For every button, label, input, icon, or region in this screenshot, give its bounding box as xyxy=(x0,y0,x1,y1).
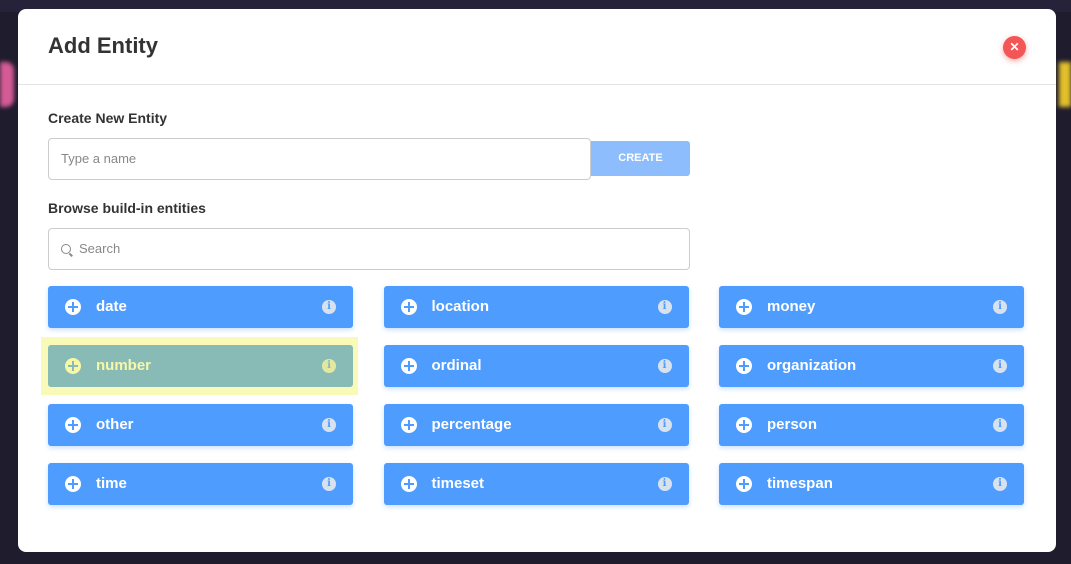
info-icon[interactable]: i xyxy=(322,418,336,432)
entity-button-organization[interactable]: organization i xyxy=(719,345,1024,387)
info-icon[interactable]: i xyxy=(322,300,336,314)
entity-button-timespan[interactable]: timespan i xyxy=(719,463,1024,505)
entity-name: timespan xyxy=(767,475,833,492)
info-icon[interactable]: i xyxy=(657,359,672,373)
entity-button-percentage[interactable]: percentage i xyxy=(383,404,689,446)
plus-circle-icon xyxy=(400,417,417,433)
background-element xyxy=(1059,62,1071,107)
entity-button-time[interactable]: time i xyxy=(48,463,353,505)
search-placeholder: Search xyxy=(79,241,121,256)
entity-name: money xyxy=(767,298,816,315)
plus-circle-icon xyxy=(65,299,81,315)
entity-name: number xyxy=(96,357,152,374)
modal-title: Add Entity xyxy=(48,33,158,58)
plus-circle-icon xyxy=(400,299,417,315)
plus-circle-icon xyxy=(736,476,752,492)
plus-circle-icon xyxy=(65,417,81,433)
info-icon[interactable]: i xyxy=(993,359,1007,373)
entity-button-person[interactable]: person i xyxy=(719,404,1024,446)
info-icon[interactable]: i xyxy=(657,418,672,432)
entity-name: timeset xyxy=(431,475,485,492)
entity-button-other[interactable]: other i xyxy=(48,404,353,446)
plus-circle-icon xyxy=(736,299,752,315)
modal-header: Add Entity ✕ xyxy=(18,9,1056,85)
plus-circle-icon xyxy=(736,358,752,374)
entity-button-location[interactable]: location i xyxy=(383,286,689,328)
create-button[interactable]: CREATE xyxy=(591,141,690,176)
plus-circle-icon xyxy=(736,417,752,433)
plus-circle-icon xyxy=(65,476,81,492)
entity-name: percentage xyxy=(431,416,512,433)
search-input[interactable]: Search xyxy=(48,228,690,270)
plus-circle-icon xyxy=(400,476,417,492)
info-icon[interactable]: i xyxy=(657,477,672,491)
entity-button-date[interactable]: date i xyxy=(48,286,353,328)
background-element xyxy=(0,62,14,107)
entity-name: person xyxy=(767,416,818,433)
entity-name: location xyxy=(431,298,490,315)
create-entity-label: Create New Entity xyxy=(48,110,168,126)
entity-name: other xyxy=(96,416,134,433)
browse-entities-label: Browse build-in entities xyxy=(48,200,206,216)
entity-button-money[interactable]: money i xyxy=(719,286,1024,328)
entity-button-timeset[interactable]: timeset i xyxy=(383,463,689,505)
info-icon[interactable]: i xyxy=(322,477,336,491)
entity-name: time xyxy=(96,475,127,492)
info-icon[interactable]: i xyxy=(322,359,336,373)
entity-name-input[interactable]: Type a name xyxy=(48,138,591,180)
entity-name: ordinal xyxy=(431,357,482,374)
close-icon: ✕ xyxy=(1009,40,1020,54)
info-icon[interactable]: i xyxy=(657,300,672,314)
entity-name: date xyxy=(96,298,127,315)
close-button[interactable]: ✕ xyxy=(1003,36,1026,59)
info-icon[interactable]: i xyxy=(993,418,1007,432)
plus-circle-icon xyxy=(65,358,81,374)
entity-name: organization xyxy=(767,357,857,374)
add-entity-modal: Add Entity ✕ Create New Entity Type a na… xyxy=(18,9,1056,552)
entity-button-ordinal[interactable]: ordinal i xyxy=(383,345,689,387)
info-icon[interactable]: i xyxy=(993,477,1007,491)
search-icon xyxy=(61,244,71,254)
plus-circle-icon xyxy=(400,358,417,374)
info-icon[interactable]: i xyxy=(993,300,1007,314)
entity-button-number[interactable]: number i xyxy=(48,345,353,387)
